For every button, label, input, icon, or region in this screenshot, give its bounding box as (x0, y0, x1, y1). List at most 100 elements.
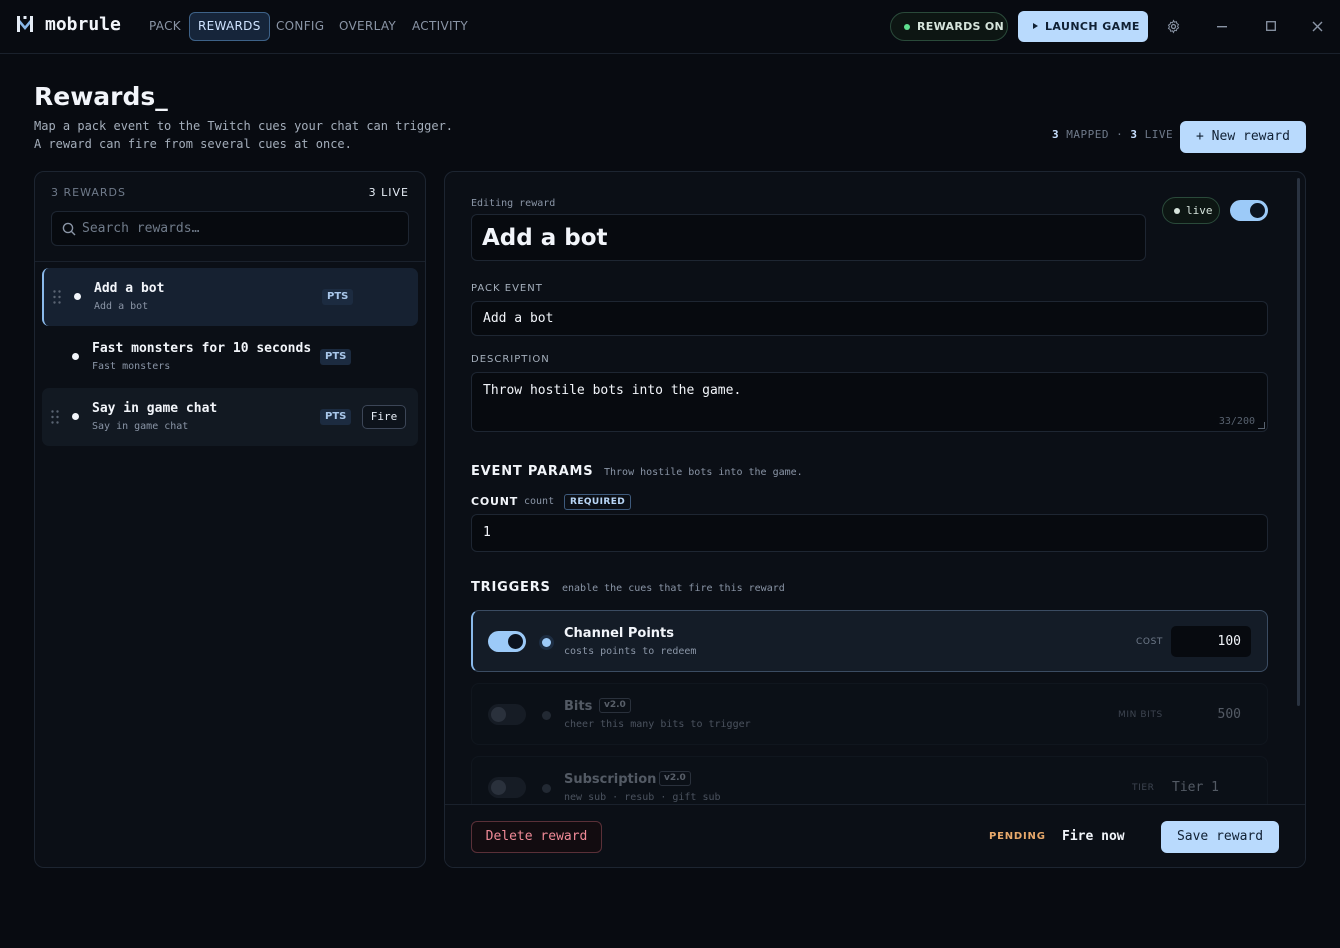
live-dot-icon (72, 413, 79, 420)
reward-title: Say in game chat (92, 401, 218, 416)
tab-activity[interactable]: ACTIVITY (403, 12, 477, 41)
cost-label: COST (1136, 637, 1163, 647)
reward-subtitle: Fast monsters (92, 361, 171, 372)
live-toggle[interactable] (1230, 200, 1268, 221)
toggle-knob (491, 707, 506, 722)
resize-handle-icon[interactable] (1258, 422, 1265, 429)
reward-subtitle: Say in game chat (92, 421, 189, 432)
live-dot-icon (1174, 208, 1180, 214)
min-bits-label: MIN BITS (1118, 710, 1163, 720)
reward-title-field[interactable]: Add a bot (471, 214, 1146, 261)
list-item[interactable]: Add a bot Add a bot PTS (42, 268, 418, 326)
counts-separator: · (1116, 128, 1124, 141)
pack-event-label: PACK EVENT (471, 283, 543, 294)
version-badge: v2.0 (659, 771, 691, 786)
page-description: Map a pack event to the Twitch cues your… (34, 119, 454, 151)
list-item[interactable]: Say in game chat Say in game chat PTS Fi… (42, 388, 418, 446)
rewards-on-toggle[interactable]: REWARDS ON (890, 12, 1008, 41)
minimize-icon[interactable] (1217, 26, 1227, 28)
trigger-status-dot-icon (542, 638, 551, 647)
trigger-subtitle: costs points to redeem (564, 646, 697, 657)
tab-config[interactable]: CONFIG (267, 12, 333, 41)
fire-button[interactable]: Fire (362, 405, 406, 429)
rewards-count: 3 REWARDS (51, 186, 126, 199)
editor-footer: Delete reward PENDING Fire now Save rewa… (445, 804, 1305, 867)
description-text: Throw hostile bots into the game. (483, 383, 742, 398)
tab-pack[interactable]: PACK (140, 12, 190, 41)
tier-label: TIER (1132, 783, 1155, 793)
list-item[interactable]: Fast monsters for 10 seconds Fast monste… (42, 328, 418, 386)
gear-icon[interactable] (1166, 19, 1181, 34)
tab-overlay[interactable]: OVERLAY (330, 12, 405, 41)
search-icon (62, 222, 76, 236)
delete-reward-button[interactable]: Delete reward (471, 821, 602, 853)
live-count: 3 (1130, 128, 1138, 141)
app-logo-icon (17, 16, 33, 32)
new-reward-button[interactable]: + New reward (1180, 121, 1306, 153)
reward-title: Fast monsters for 10 seconds (92, 341, 312, 356)
reward-editor-panel: Editing reward Add a bot live PACK EVENT… (444, 171, 1306, 868)
event-params-heading: EVENT PARAMS (471, 464, 594, 479)
drag-handle-icon[interactable] (53, 290, 61, 304)
min-bits-input[interactable]: 500 (1171, 699, 1251, 730)
triggers-heading: TRIGGERS (471, 580, 551, 595)
param-key: count (524, 496, 555, 507)
list-divider (35, 261, 425, 262)
save-reward-button[interactable]: Save reward (1161, 821, 1279, 853)
rewards-list-panel: 3 REWARDS 3 LIVE Add a bot Add a bot PTS… (34, 171, 426, 868)
reward-title: Add a bot (94, 281, 165, 296)
event-params-subtitle: Throw hostile bots into the game. (604, 467, 803, 478)
trigger-bits[interactable]: Bits v2.0 cheer this many bits to trigge… (471, 683, 1268, 745)
pack-event-field[interactable]: Add a bot (471, 301, 1268, 336)
char-counter: 33/200 (1218, 416, 1255, 427)
toggle-knob (1250, 203, 1265, 218)
status-badge: PENDING (989, 831, 1046, 842)
toggle-knob (491, 780, 506, 795)
trigger-title: Bits (564, 699, 593, 714)
tab-rewards[interactable]: REWARDS (189, 12, 270, 41)
trigger-status-dot-icon (542, 711, 551, 720)
rewards-on-label: REWARDS ON (917, 20, 1005, 33)
top-bar: mobrule PACK REWARDS CONFIG OVERLAY ACTI… (0, 0, 1340, 54)
rewards-live-count: 3 LIVE (368, 186, 409, 199)
drag-handle-icon[interactable] (51, 410, 59, 424)
launch-game-button[interactable]: LAUNCH GAME (1018, 11, 1148, 42)
trigger-status-dot-icon (542, 784, 551, 793)
bits-toggle[interactable] (488, 704, 526, 725)
status-dot-icon (904, 24, 910, 30)
editing-label: Editing reward (471, 198, 556, 209)
mapped-count: 3 (1052, 128, 1060, 141)
fire-now-button[interactable]: Fire now (1062, 821, 1125, 853)
live-status-label: live (1186, 204, 1213, 217)
trigger-title: Channel Points (564, 626, 674, 641)
mapped-label: MAPPED (1066, 128, 1109, 141)
brand-name: mobrule (45, 14, 121, 35)
description-textarea[interactable]: Throw hostile bots into the game. 33/200 (471, 372, 1268, 432)
mapped-live-counts: 3 MAPPED · 3 LIVE (1052, 128, 1173, 141)
launch-game-label: LAUNCH GAME (1045, 20, 1140, 33)
live-status-pill: live (1162, 197, 1220, 224)
trigger-channel-points[interactable]: Channel Points costs points to redeem CO… (471, 610, 1268, 672)
required-badge: REQUIRED (564, 494, 632, 510)
close-icon[interactable] (1312, 21, 1323, 32)
channel-points-toggle[interactable] (488, 631, 526, 652)
live-label: LIVE (1144, 128, 1174, 141)
maximize-icon[interactable] (1266, 21, 1276, 31)
param-name: COUNT (471, 495, 519, 508)
tier-select[interactable]: Tier 1 (1162, 772, 1242, 803)
trigger-title: Subscription (564, 772, 657, 787)
points-badge: PTS (322, 289, 354, 305)
count-field[interactable]: 1 (471, 514, 1268, 552)
points-badge: PTS (320, 349, 352, 365)
play-icon (1033, 23, 1038, 29)
search-input[interactable] (82, 212, 402, 245)
scrollbar[interactable] (1297, 178, 1300, 706)
reward-subtitle: Add a bot (94, 301, 149, 312)
subscription-toggle[interactable] (488, 777, 526, 798)
cost-input[interactable]: 100 (1171, 626, 1251, 657)
trigger-subtitle: new sub · resub · gift sub (564, 792, 721, 803)
toggle-knob (508, 634, 523, 649)
version-badge: v2.0 (599, 698, 631, 713)
search-box (51, 211, 409, 246)
triggers-subtitle: enable the cues that fire this reward (562, 583, 785, 594)
